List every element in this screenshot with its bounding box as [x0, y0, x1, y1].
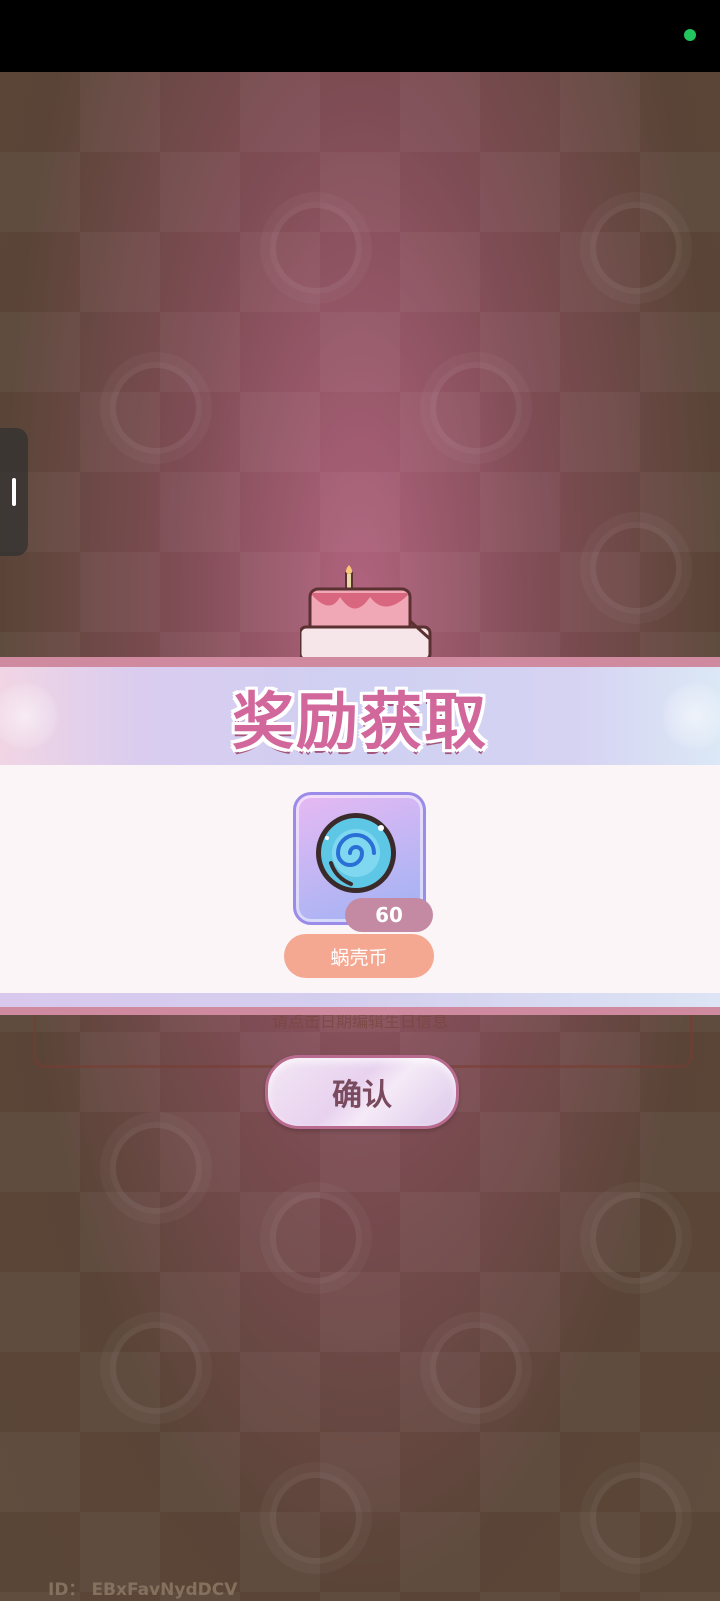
sun-decoration-icon	[110, 1122, 202, 1214]
sun-decoration-icon	[590, 1472, 682, 1564]
reward-item-name: 蜗壳币	[284, 934, 434, 978]
reward-item-count: 60	[345, 898, 433, 932]
side-drawer-handle[interactable]	[0, 428, 28, 556]
sun-decoration-icon	[270, 202, 362, 294]
sun-decoration-icon	[590, 202, 682, 294]
grip-icon	[12, 478, 16, 506]
camera-indicator-icon	[684, 29, 696, 41]
status-bar	[0, 0, 720, 72]
banner-bottom-border	[0, 1007, 720, 1015]
sun-decoration-icon	[110, 362, 202, 454]
sun-decoration-icon	[270, 1192, 362, 1284]
swirl-coin-icon	[316, 813, 396, 893]
sun-decoration-icon	[110, 1322, 202, 1414]
player-id-label: ID：	[48, 1580, 86, 1600]
player-id: ID： EBxFavNydDCV	[48, 1575, 237, 1600]
birthday-cake-icon	[300, 565, 432, 660]
confirm-button[interactable]: 确认	[265, 1055, 459, 1129]
sun-decoration-icon	[430, 362, 522, 454]
banner-top-border	[0, 657, 720, 667]
sun-decoration-icon	[430, 1322, 522, 1414]
sun-decoration-icon	[270, 1472, 362, 1564]
sun-decoration-icon	[590, 522, 682, 614]
banner-bottom-strip	[0, 993, 720, 1007]
player-id-value: EBxFavNydDCV	[91, 1580, 238, 1600]
sun-decoration-icon	[590, 1192, 682, 1284]
reward-item-card[interactable]: 60	[293, 792, 433, 932]
reward-title: 奖励获取	[231, 685, 488, 758]
